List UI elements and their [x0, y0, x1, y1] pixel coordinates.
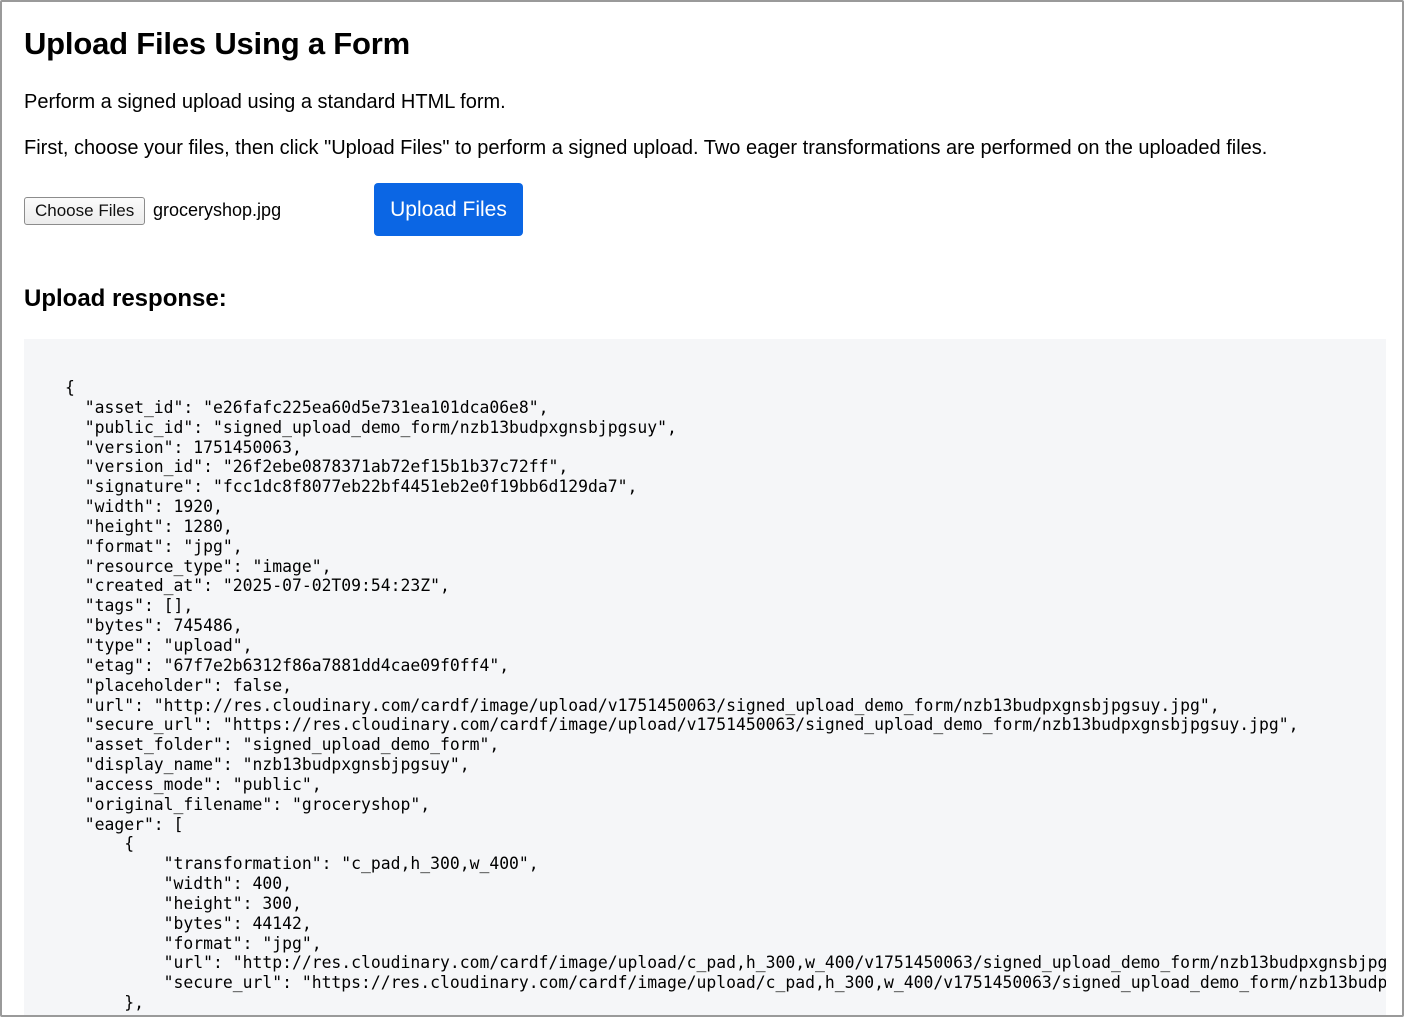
- json-line: "version": 1751450063,: [84, 437, 302, 457]
- json-line: "bytes": 44142,: [163, 913, 312, 933]
- json-line: "format": "jpg",: [163, 933, 322, 953]
- json-line: "height": 1280,: [84, 516, 233, 536]
- json-line: "transformation": "c_pad,h_300,w_400",: [163, 854, 539, 874]
- json-line: "bytes": 745486,: [84, 616, 243, 636]
- json-line: "access_mode": "public",: [84, 774, 322, 794]
- json-line: "signature": "fcc1dc8f8077eb22bf4451eb2e…: [84, 477, 638, 497]
- json-line: "url": "http://res.cloudinary.com/cardf/…: [84, 695, 1220, 715]
- upload-response-panel: { "asset_id": "e26fafc225ea60d5e731ea101…: [24, 339, 1386, 1015]
- json-line: "resource_type": "image",: [84, 556, 332, 576]
- json-line: "display_name": "nzb13budpxgnsbjpgsuy",: [84, 755, 470, 775]
- json-line: "etag": "67f7e2b6312f86a7881dd4cae09f0ff…: [84, 655, 510, 675]
- page-instructions: First, choose your files, then click "Up…: [24, 137, 1268, 159]
- json-line: "secure_url": "https://res.cloudinary.co…: [84, 715, 1299, 735]
- json-line: "type": "upload",: [84, 635, 253, 655]
- upload-response-heading: Upload response:: [24, 285, 227, 312]
- json-line: "asset_folder": "signed_upload_demo_form…: [84, 735, 500, 755]
- json-line: "width": 1920,: [84, 497, 223, 517]
- upload-response-json: { "asset_id": "e26fafc225ea60d5e731ea101…: [65, 378, 1386, 1015]
- json-line: "asset_id": "e26fafc225ea60d5e731ea101dc…: [84, 397, 549, 417]
- page-subtitle: Perform a signed upload using a standard…: [24, 91, 506, 113]
- json-line: "format": "jpg",: [84, 536, 243, 556]
- json-line: "width": 400,: [163, 874, 292, 894]
- json-line: "public_id": "signed_upload_demo_form/nz…: [84, 417, 677, 437]
- json-line: "created_at": "2025-07-02T09:54:23Z",: [84, 576, 450, 596]
- upload-files-button[interactable]: Upload Files: [374, 183, 523, 236]
- json-line: {: [65, 1013, 134, 1015]
- json-line: "tags": [],: [84, 596, 194, 616]
- json-line: {: [124, 834, 135, 854]
- page-title: Upload Files Using a Form: [24, 26, 410, 61]
- json-line: "original_filename": "groceryshop",: [84, 794, 431, 814]
- json-line: "placeholder": false,: [84, 675, 292, 695]
- json-line: },: [124, 993, 144, 1013]
- json-line: "secure_url": "https://res.cloudinary.co…: [163, 973, 1386, 993]
- json-line: "eager": [: [84, 814, 184, 834]
- choose-files-button[interactable]: Choose Files: [24, 197, 146, 225]
- json-line: "version_id": "26f2ebe0878371ab72ef15b1b…: [84, 457, 569, 477]
- json-line: {: [65, 378, 75, 397]
- browser-page: Upload Files Using a Form Perform a sign…: [0, 0, 1404, 1017]
- json-line: "height": 300,: [163, 893, 302, 913]
- json-line: "url": "http://res.cloudinary.com/cardf/…: [163, 953, 1386, 973]
- selected-file-name: groceryshop.jpg: [153, 200, 282, 220]
